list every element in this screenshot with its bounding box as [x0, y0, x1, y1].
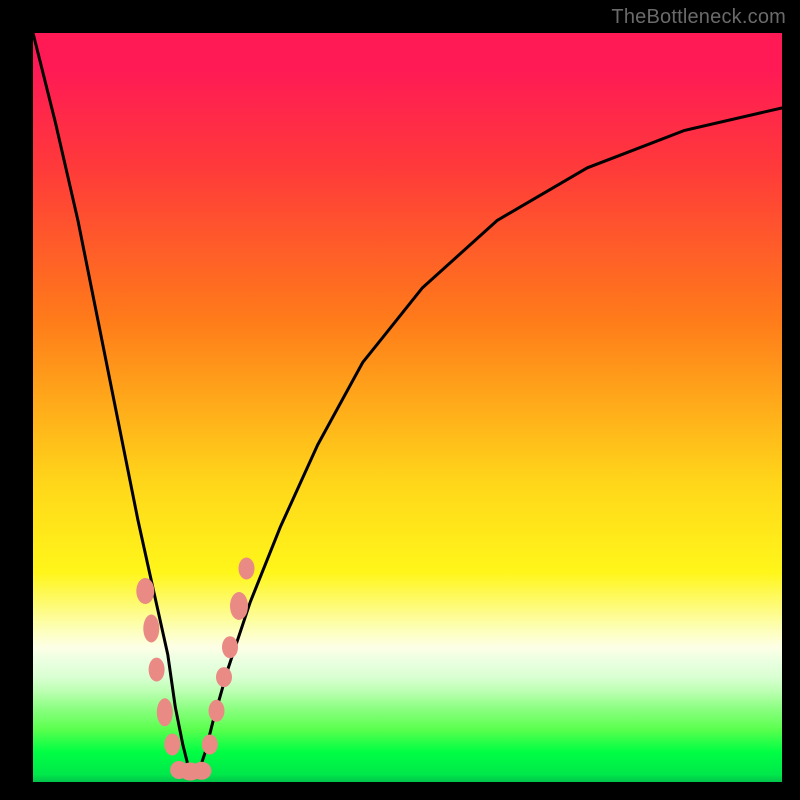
- scatter-marker: [209, 700, 225, 722]
- scatter-marker: [164, 734, 180, 756]
- scatter-marker: [202, 735, 218, 755]
- watermark-text: TheBottleneck.com: [611, 6, 786, 29]
- scatter-marker: [222, 636, 238, 658]
- scatter-marker: [239, 558, 255, 580]
- chart-svg: [33, 33, 782, 782]
- scatter-marker: [143, 615, 159, 643]
- scatter-marker: [216, 667, 232, 687]
- scatter-marker: [157, 698, 173, 726]
- scatter-marker: [136, 578, 154, 604]
- chart-frame: TheBottleneck.com: [0, 0, 800, 800]
- scatter-marker: [230, 592, 248, 620]
- scatter-markers: [136, 558, 254, 781]
- plot-area: [33, 33, 782, 782]
- curve-path: [33, 33, 782, 775]
- scatter-marker: [149, 658, 165, 682]
- scatter-marker: [192, 762, 212, 780]
- bottleneck-curve: [33, 33, 782, 775]
